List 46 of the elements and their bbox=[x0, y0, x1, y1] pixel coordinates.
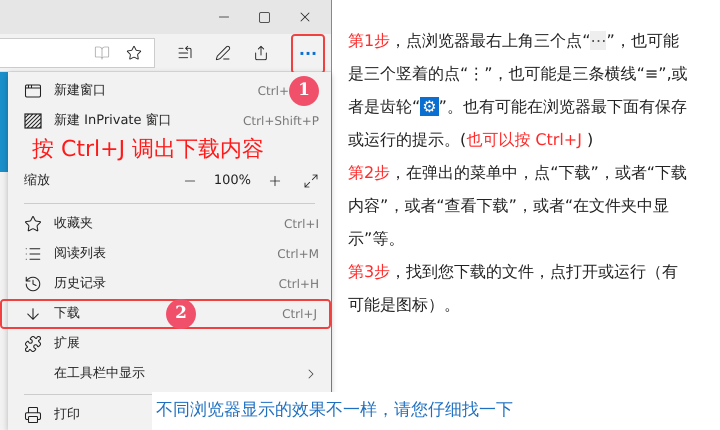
window-icon bbox=[24, 82, 42, 100]
menu-item-label: 收藏夹 bbox=[54, 215, 93, 234]
pen-icon[interactable] bbox=[215, 44, 231, 60]
zoom-value: 100% bbox=[214, 172, 251, 190]
menu-item-label: 阅读列表 bbox=[54, 245, 106, 264]
shortcut-label: Ctrl+M bbox=[277, 246, 319, 263]
shortcut-label: Ctrl+ bbox=[258, 83, 289, 100]
step-paragraph: 第2步，在弹出的菜单中，点“下载”，或者“下载内容”，或者“查看下载”，或者“在文件夹中显示”等。 bbox=[348, 162, 688, 250]
shortcut-label: Ctrl+Shift+P bbox=[243, 113, 319, 130]
step-paragraph: 第1步，点浏览器最右上角三个点“⋯”，也可能是三个竖着的点“⋮”，也可能是三条横线“≡”,或者是齿轮“⚙”。也有可能在浏览器最下面有保存或运行的提示。(也可以按 Ctrl+J ) bbox=[348, 30, 689, 151]
printer-icon bbox=[24, 406, 42, 424]
favorites-list-icon[interactable] bbox=[177, 44, 193, 60]
fullscreen-icon[interactable] bbox=[303, 173, 319, 189]
menu-item[interactable]: 收藏夹 Ctrl+I bbox=[8, 209, 331, 239]
zoom-in-icon[interactable] bbox=[267, 173, 283, 189]
menu-item[interactable]: 下载 2 Ctrl+J bbox=[0, 299, 331, 329]
shortcut-label: Ctrl+J bbox=[282, 306, 318, 323]
menu-item[interactable]: 新建 InPrivate 窗口 Ctrl+Shift+P bbox=[8, 106, 331, 136]
annotation-text: 按 Ctrl+J 调出下载内容 bbox=[31, 136, 266, 164]
menu-item-label: 历史记录 bbox=[54, 275, 106, 294]
menu-item[interactable]: 扩展 bbox=[8, 329, 92, 359]
menu-item-label: 新建窗口 bbox=[54, 82, 106, 100]
menu-item-label: 下载 bbox=[54, 305, 80, 324]
submenu-item[interactable]: 在工具栏中显示 bbox=[8, 359, 331, 389]
menu-item[interactable]: 历史记录 Ctrl+H bbox=[8, 269, 331, 299]
shortcut-label: Ctrl+I bbox=[284, 216, 319, 233]
menu-item[interactable]: 新建窗口 Ctrl+ 1 bbox=[8, 76, 331, 106]
star-icon[interactable] bbox=[126, 44, 142, 60]
address-field[interactable] bbox=[0, 38, 155, 68]
history-icon bbox=[24, 275, 42, 293]
menu-item-label: 扩展 bbox=[54, 335, 80, 354]
puzzle-icon bbox=[24, 335, 42, 353]
list-icon bbox=[24, 245, 42, 263]
number-badge: 1 bbox=[289, 76, 319, 106]
menu-item[interactable]: 打印 bbox=[8, 400, 92, 430]
shortcut-label: Ctrl+H bbox=[278, 276, 319, 293]
maximize-icon[interactable] bbox=[258, 10, 271, 24]
hatched-window-icon bbox=[24, 113, 42, 129]
zoom-label: 缩放 bbox=[24, 172, 50, 190]
menu-item[interactable]: 阅读列表 Ctrl+M bbox=[8, 239, 331, 269]
share-icon[interactable] bbox=[253, 44, 269, 60]
menu-item-label: 打印 bbox=[54, 406, 80, 424]
menu-item-label: 在工具栏中显示 bbox=[54, 365, 145, 384]
menu-item-label: 新建 InPrivate 窗口 bbox=[54, 112, 172, 130]
number-badge: 2 bbox=[166, 299, 196, 329]
step-paragraph: 第3步，找到您下载的文件，点打开或运行（有可能是图标）。 bbox=[348, 261, 680, 316]
